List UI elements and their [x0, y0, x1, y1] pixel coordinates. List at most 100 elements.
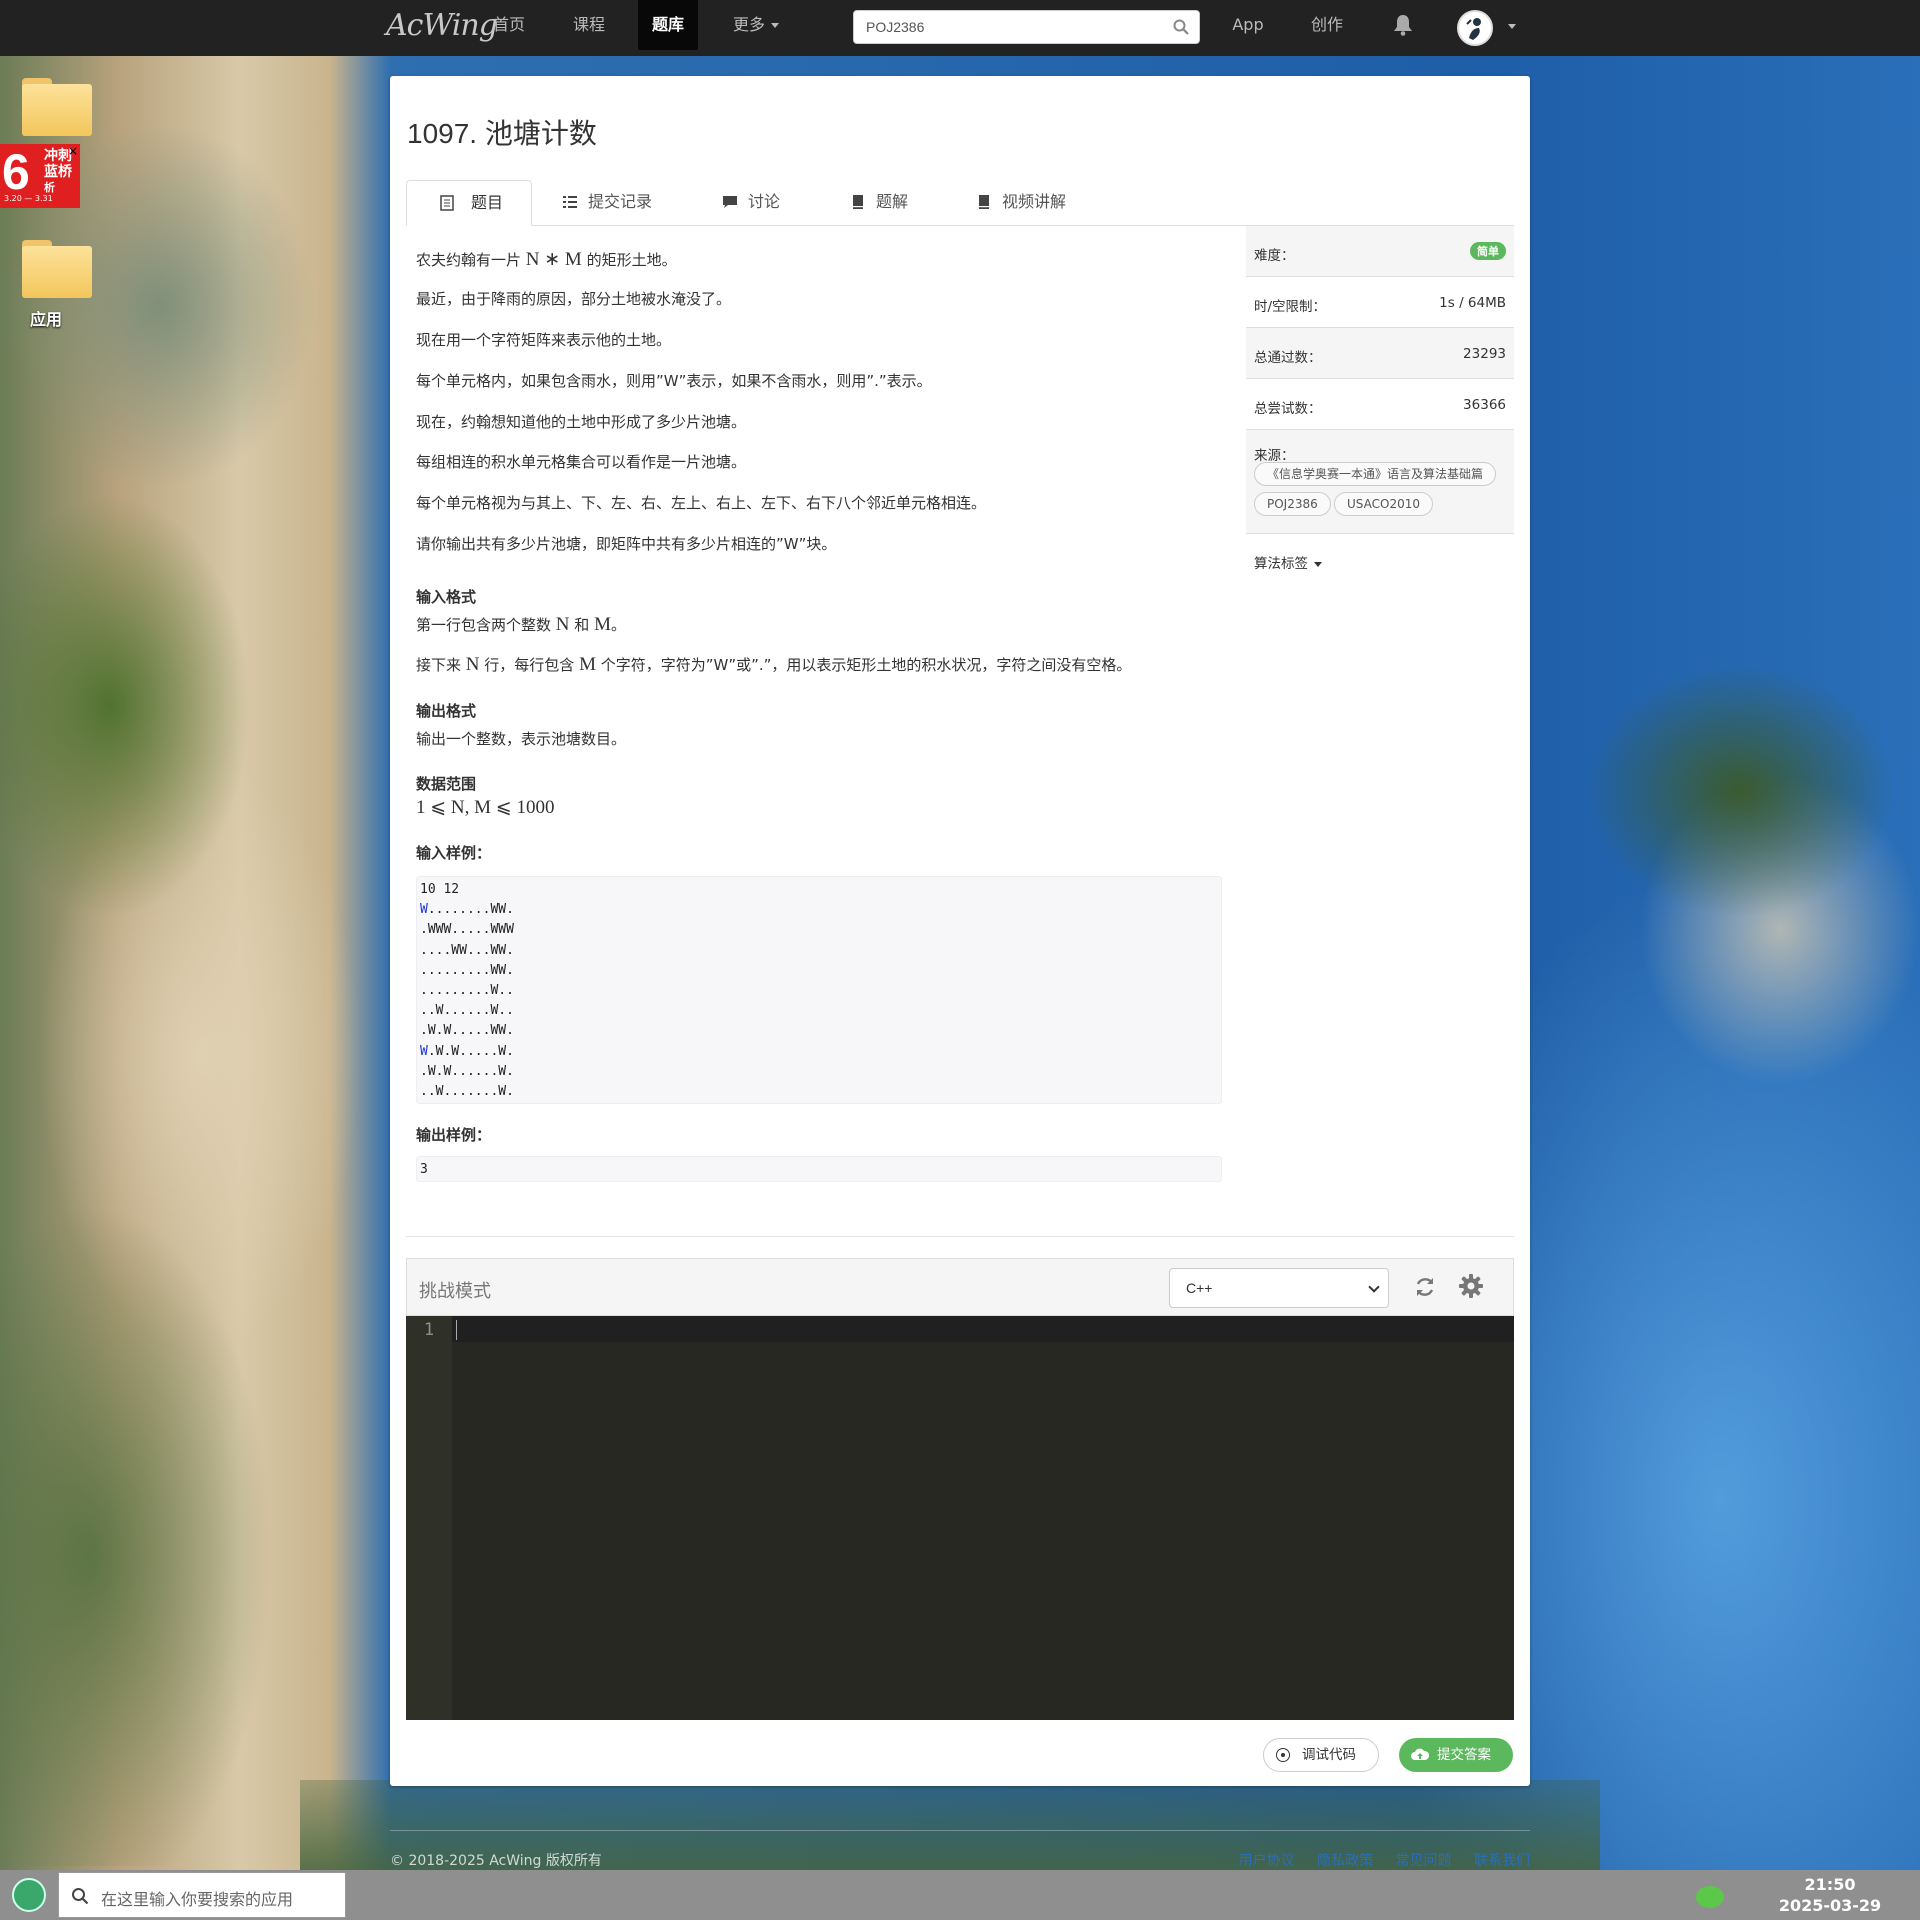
- taskbar-clock[interactable]: 21:50 2025-03-29: [1760, 1874, 1900, 1916]
- tab-problem[interactable]: 题目: [406, 180, 532, 226]
- nav-courses[interactable]: 课程: [556, 0, 622, 50]
- footer-link[interactable]: 联系我们: [1474, 1853, 1530, 1869]
- nav-problems[interactable]: 题库: [638, 0, 698, 50]
- refresh-icon[interactable]: [1413, 1275, 1437, 1299]
- sample-input-line: W.W.W.....W.: [420, 1043, 514, 1059]
- sample-input-heading: 输入样例：: [416, 844, 492, 862]
- taskbar-search[interactable]: 在这里输入你要搜索的应用: [58, 1872, 346, 1918]
- input-format-heading: 输入格式: [416, 588, 477, 606]
- start-menu-icon[interactable]: [12, 1878, 46, 1912]
- clock-date: 2025-03-29: [1778, 1896, 1882, 1915]
- caret-down-icon: [1314, 561, 1322, 567]
- nav-more[interactable]: 更多: [716, 0, 796, 50]
- passed-row: 总通过数： 23293: [1246, 328, 1514, 379]
- submit-answer-button[interactable]: 提交答案: [1399, 1738, 1513, 1772]
- source-row: 来源： 《信息学奥赛一本通》语言及算法基础篇 POJ2386 USACO2010: [1246, 430, 1514, 534]
- document-icon: [440, 195, 454, 211]
- sample-input-block[interactable]: 10 12 W........WW. .WWW.....WWW ....WW...WW…: [416, 876, 1222, 1104]
- debug-icon: [1276, 1748, 1290, 1762]
- sample-input-line: .W.W.....WW.: [420, 1023, 514, 1039]
- sample-input-line: .W.W......W.: [420, 1063, 514, 1079]
- book-icon: [853, 195, 863, 209]
- chat-tray-icon[interactable]: [1696, 1886, 1724, 1908]
- avatar-caret-icon[interactable]: [1508, 24, 1516, 29]
- tab-solutions[interactable]: 题解: [834, 180, 934, 226]
- editor-gutter: [406, 1316, 452, 1720]
- close-icon[interactable]: ×: [68, 144, 78, 158]
- search-icon: [72, 1888, 89, 1905]
- promo-widget[interactable]: 6 冲刺蓝桥 析 3.20 — 3.31 ×: [0, 144, 80, 208]
- clock-time: 21:50: [1804, 1875, 1856, 1894]
- book-icon: [979, 195, 989, 209]
- output-format-heading: 输出格式: [416, 702, 477, 720]
- list-icon: [563, 196, 577, 208]
- text-cursor: [456, 1320, 457, 1340]
- nav-app[interactable]: App: [1226, 0, 1270, 50]
- source-label: 来源：: [1254, 448, 1295, 464]
- taskbar: 在这里输入你要搜索的应用 21:50 2025-03-29: [0, 1870, 1920, 1920]
- sample-input-line: W........WW.: [420, 902, 514, 918]
- source-tag[interactable]: USACO2010: [1334, 492, 1433, 516]
- source-tag[interactable]: 《信息学奥赛一本通》语言及算法基础篇: [1254, 462, 1497, 486]
- difficulty-row: 难度： 简单: [1246, 226, 1514, 277]
- desktop-folder-icon[interactable]: [22, 78, 92, 136]
- debug-code-button[interactable]: 调试代码: [1263, 1738, 1379, 1772]
- footer-link[interactable]: 用户协议: [1239, 1853, 1295, 1869]
- statement-paragraph: 请你输出共有多少片池塘，即矩阵中共有多少片相连的”W”块。: [416, 535, 837, 553]
- tab-discussion[interactable]: 讨论: [706, 180, 806, 226]
- challenge-mode-label[interactable]: 挑战模式: [419, 1277, 491, 1303]
- top-navbar: AcWing 首页 课程 题库 更多 App 创作: [0, 0, 1920, 56]
- line-number: 1: [423, 1320, 435, 1340]
- algorithm-tags-row[interactable]: 算法标签: [1246, 534, 1514, 585]
- algorithm-tags-toggle[interactable]: 算法标签: [1254, 552, 1322, 572]
- footer-copyright: © 2018-2025 AcWing 版权所有: [390, 1853, 602, 1869]
- desktop-apps-label: 应用: [30, 310, 63, 329]
- footer-link[interactable]: 常见问题: [1396, 1853, 1452, 1869]
- promo-dates: 3.20 — 3.31: [4, 194, 53, 203]
- data-range-text: 1 ⩽ N, M ⩽ 1000: [416, 797, 555, 818]
- user-avatar[interactable]: [1457, 10, 1493, 46]
- chevron-down-icon: [1368, 1281, 1380, 1293]
- search-icon[interactable]: [1173, 19, 1189, 35]
- limit-label: 时/空限制：: [1254, 299, 1327, 315]
- statement-paragraph: 现在用一个字符矩阵来表示他的土地。: [416, 331, 672, 349]
- passed-value: 23293: [1463, 346, 1506, 362]
- sample-output-block[interactable]: 3: [416, 1156, 1222, 1182]
- statement-paragraph: 每个单元格视为与其上、下、左、右、左上、右上、左下、右下八个邻近单元格相连。: [416, 494, 987, 512]
- gear-icon[interactable]: [1457, 1272, 1485, 1300]
- statement-paragraph: 农夫约翰有一片 N ∗ M 的矩形土地。: [416, 249, 677, 270]
- input-format-line-2: 接下来 N 行，每行包含 M 个字符，字符为”W”或”.”，用以表示矩形土地的积…: [416, 654, 1132, 675]
- nav-create[interactable]: 创作: [1302, 0, 1352, 50]
- sample-input-line: ..W.......W.: [420, 1084, 514, 1100]
- editor-toolbar: 挑战模式 C++: [406, 1258, 1514, 1316]
- tab-submissions[interactable]: 提交记录: [546, 180, 686, 226]
- code-editor[interactable]: 1: [406, 1316, 1514, 1720]
- input-format-line-1: 第一行包含两个整数 N 和 M。: [416, 614, 626, 635]
- comment-icon: [723, 196, 737, 208]
- debug-code-label: 调试代码: [1302, 1747, 1356, 1763]
- sample-input-line: ..W......W..: [420, 1003, 514, 1019]
- difficulty-badge: 简单: [1470, 242, 1506, 260]
- sample-input-line: .........W..: [420, 983, 514, 999]
- section-divider: [406, 1236, 1514, 1237]
- search-input[interactable]: [854, 11, 1154, 43]
- page-footer: © 2018-2025 AcWing 版权所有 用户协议 隐私政策 常见问题 联…: [390, 1826, 1530, 1869]
- sample-input-line: ....WW...WW.: [420, 942, 514, 958]
- bell-icon[interactable]: [1393, 14, 1413, 36]
- tab-video[interactable]: 视频讲解: [960, 180, 1100, 226]
- promo-number: 6: [2, 144, 30, 200]
- problem-panel: 1097. 池塘计数 题目 提交记录 讨论 题解 视频讲解 农夫约翰有一片 N …: [390, 76, 1530, 1786]
- sample-output-heading: 输出样例：: [416, 1126, 492, 1144]
- desktop-apps-folder-icon[interactable]: [22, 240, 92, 298]
- language-value: C++: [1186, 1280, 1213, 1296]
- algorithm-tags-label: 算法标签: [1254, 556, 1308, 572]
- search-box[interactable]: [853, 10, 1200, 44]
- sample-input-line: 10 12: [420, 882, 460, 897]
- nav-home[interactable]: 首页: [476, 0, 542, 50]
- math-text: N ∗ M: [525, 249, 582, 270]
- footer-link[interactable]: 隐私政策: [1317, 1853, 1373, 1869]
- language-select[interactable]: C++: [1169, 1268, 1389, 1308]
- sample-input-line: .........WW.: [420, 962, 514, 978]
- source-tag[interactable]: POJ2386: [1254, 492, 1331, 516]
- tried-value: 36366: [1463, 397, 1506, 413]
